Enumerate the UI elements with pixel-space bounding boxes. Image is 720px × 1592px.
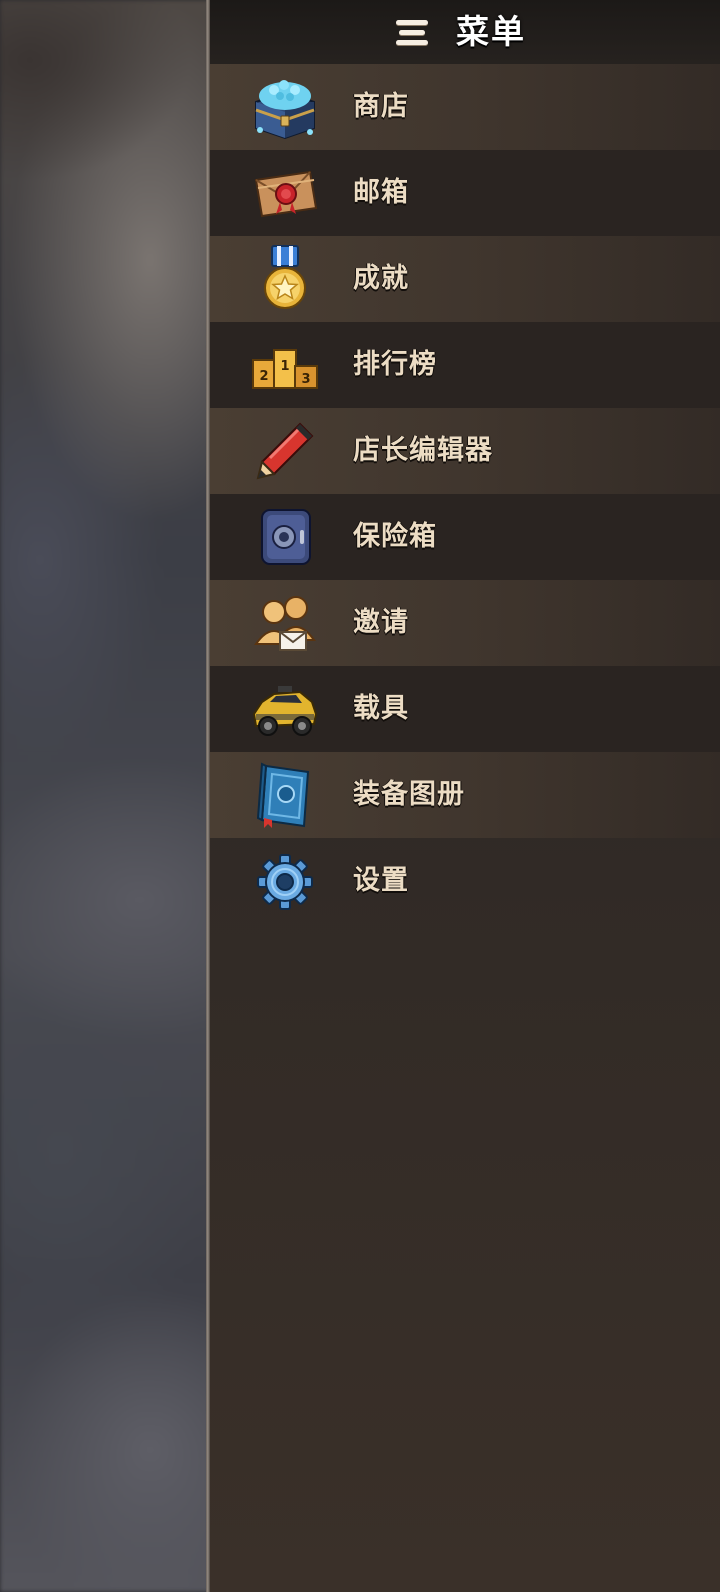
svg-text:2: 2 <box>259 369 268 384</box>
menu-item-label: 邮箱 <box>353 177 409 208</box>
vehicle-icon <box>250 674 320 744</box>
menu-item-label: 排行榜 <box>353 349 437 380</box>
menu-item-mailbox[interactable]: 邮箱 <box>210 150 720 236</box>
book-icon <box>250 760 320 830</box>
podium-icon: 2 1 3 <box>250 330 320 400</box>
svg-text:3: 3 <box>301 372 310 387</box>
menu-item-store-editor[interactable]: 店长编辑器 <box>210 408 720 494</box>
menu-item-achievements[interactable]: 成就 <box>210 236 720 322</box>
blurred-game-background[interactable] <box>0 0 210 1592</box>
menu-item-label: 商店 <box>353 91 409 122</box>
safe-icon <box>250 502 320 572</box>
sealed-envelope-icon <box>250 158 320 228</box>
menu-item-label: 邀请 <box>353 607 409 638</box>
menu-item-leaderboard[interactable]: 2 1 3 排行榜 <box>210 322 720 408</box>
gear-icon <box>250 846 320 916</box>
menu-item-safe[interactable]: 保险箱 <box>210 494 720 580</box>
menu-item-settings[interactable]: 设置 <box>210 838 720 924</box>
menu-item-label: 设置 <box>353 865 409 896</box>
svg-text:1: 1 <box>280 359 289 374</box>
menu-item-label: 店长编辑器 <box>353 435 493 466</box>
menu-panel: 菜单 商店 邮箱 成就 2 1 3 排行榜 店长编辑器 保险箱 邀请 载具 装备… <box>210 0 720 1592</box>
menu-list: 商店 邮箱 成就 2 1 3 排行榜 店长编辑器 保险箱 邀请 载具 装备图册 … <box>210 64 720 924</box>
menu-item-vehicles[interactable]: 载具 <box>210 666 720 752</box>
menu-item-invite[interactable]: 邀请 <box>210 580 720 666</box>
hamburger-icon[interactable] <box>396 19 428 47</box>
medal-icon <box>250 244 320 314</box>
menu-header: 菜单 <box>210 0 720 64</box>
menu-item-label: 保险箱 <box>353 521 437 552</box>
menu-item-equipment-atlas[interactable]: 装备图册 <box>210 752 720 838</box>
menu-item-label: 载具 <box>353 693 409 724</box>
game-screen: 菜单 商店 邮箱 成就 2 1 3 排行榜 店长编辑器 保险箱 邀请 载具 装备… <box>0 0 720 1592</box>
menu-title: 菜单 <box>456 12 526 51</box>
treasure-chest-icon <box>250 72 320 142</box>
pencil-icon <box>250 416 320 486</box>
menu-item-label: 装备图册 <box>353 779 465 810</box>
invite-friends-icon <box>250 588 320 658</box>
menu-item-shop[interactable]: 商店 <box>210 64 720 150</box>
menu-item-label: 成就 <box>353 263 409 294</box>
